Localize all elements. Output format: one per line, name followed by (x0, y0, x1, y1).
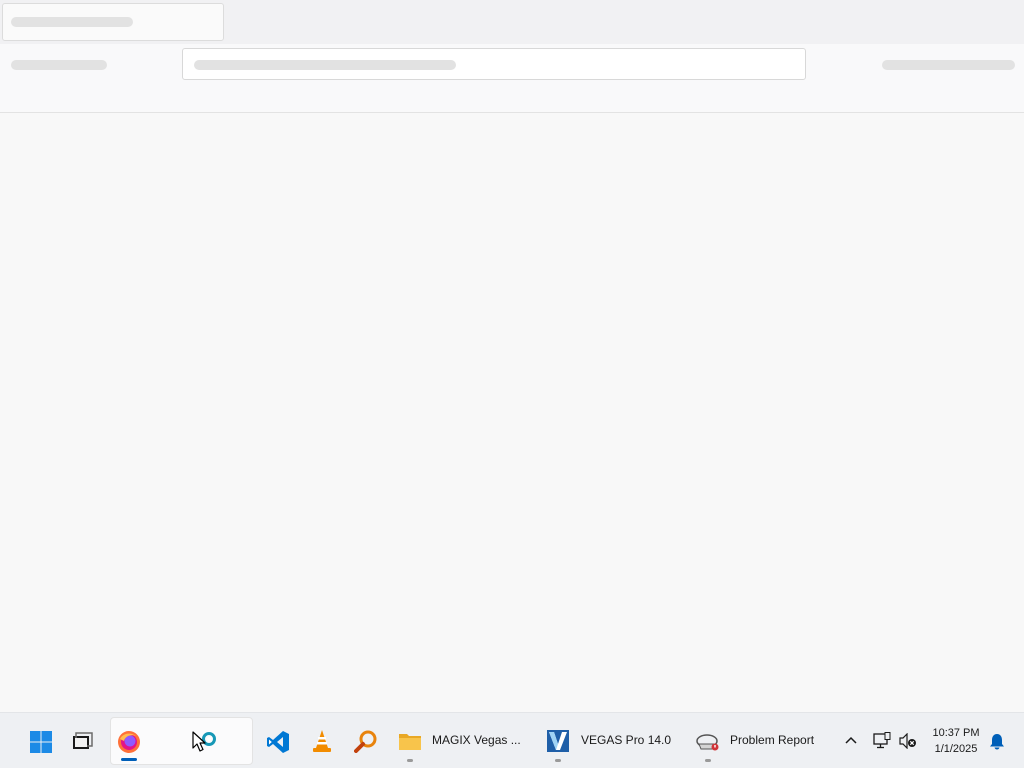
network-icon (873, 732, 891, 749)
firefox-button[interactable] (110, 717, 253, 765)
browser-tab[interactable] (2, 3, 224, 41)
browser-toolbar (0, 44, 1024, 113)
address-text-placeholder (194, 60, 456, 70)
tab-title-placeholder (11, 17, 133, 27)
task-view-icon (73, 732, 93, 749)
running-indicator (121, 758, 137, 761)
toolbar-left-placeholder (11, 60, 107, 70)
windows-logo-icon (30, 731, 52, 753)
problem-report-icon (696, 734, 719, 751)
mouse-cursor-icon (192, 731, 206, 752)
vlc-button[interactable] (302, 717, 342, 765)
chevron-up-icon (845, 736, 857, 744)
address-bar[interactable] (182, 48, 806, 80)
toolbar-right-placeholder (882, 60, 1015, 70)
clock[interactable]: 10:37 PM 1/1/2025 (926, 725, 986, 757)
window-label: VEGAS Pro 14.0 (581, 733, 672, 747)
window-button-problem-report[interactable]: Problem Report (690, 717, 830, 765)
clock-date: 1/1/2025 (934, 743, 978, 755)
firefox-icon (118, 731, 140, 753)
magnifier-icon (354, 730, 377, 753)
start-button[interactable] (22, 717, 60, 765)
taskbar: MAGIX Vegas ... VEGAS Pro 14.0 Problem R… (0, 712, 1024, 768)
window-label: Problem Report (730, 733, 815, 747)
browser-tab-strip (0, 0, 1024, 44)
task-view-button[interactable] (64, 717, 102, 765)
vlc-cone-icon (313, 730, 331, 752)
volume-muted-icon (899, 733, 916, 749)
window-button-magix-vegas[interactable]: MAGIX Vegas ... (392, 717, 532, 765)
volume-button[interactable] (896, 713, 920, 768)
page-content (0, 113, 1024, 712)
show-hidden-icons-button[interactable] (838, 713, 864, 768)
magnifier-app-button[interactable] (346, 717, 386, 765)
window-label: MAGIX Vegas ... (432, 733, 521, 747)
vscode-icon (267, 731, 289, 753)
running-indicator (407, 759, 413, 762)
bell-icon (990, 734, 1004, 750)
vegas-icon (547, 730, 569, 752)
window-button-vegas-pro[interactable]: VEGAS Pro 14.0 (540, 717, 680, 765)
notifications-button[interactable] (986, 713, 1008, 768)
folder-icon (399, 734, 421, 750)
running-indicator (705, 759, 711, 762)
vscode-button[interactable] (258, 717, 298, 765)
network-status-button[interactable] (870, 713, 894, 768)
clock-time: 10:37 PM (932, 727, 980, 739)
running-indicator (555, 759, 561, 762)
